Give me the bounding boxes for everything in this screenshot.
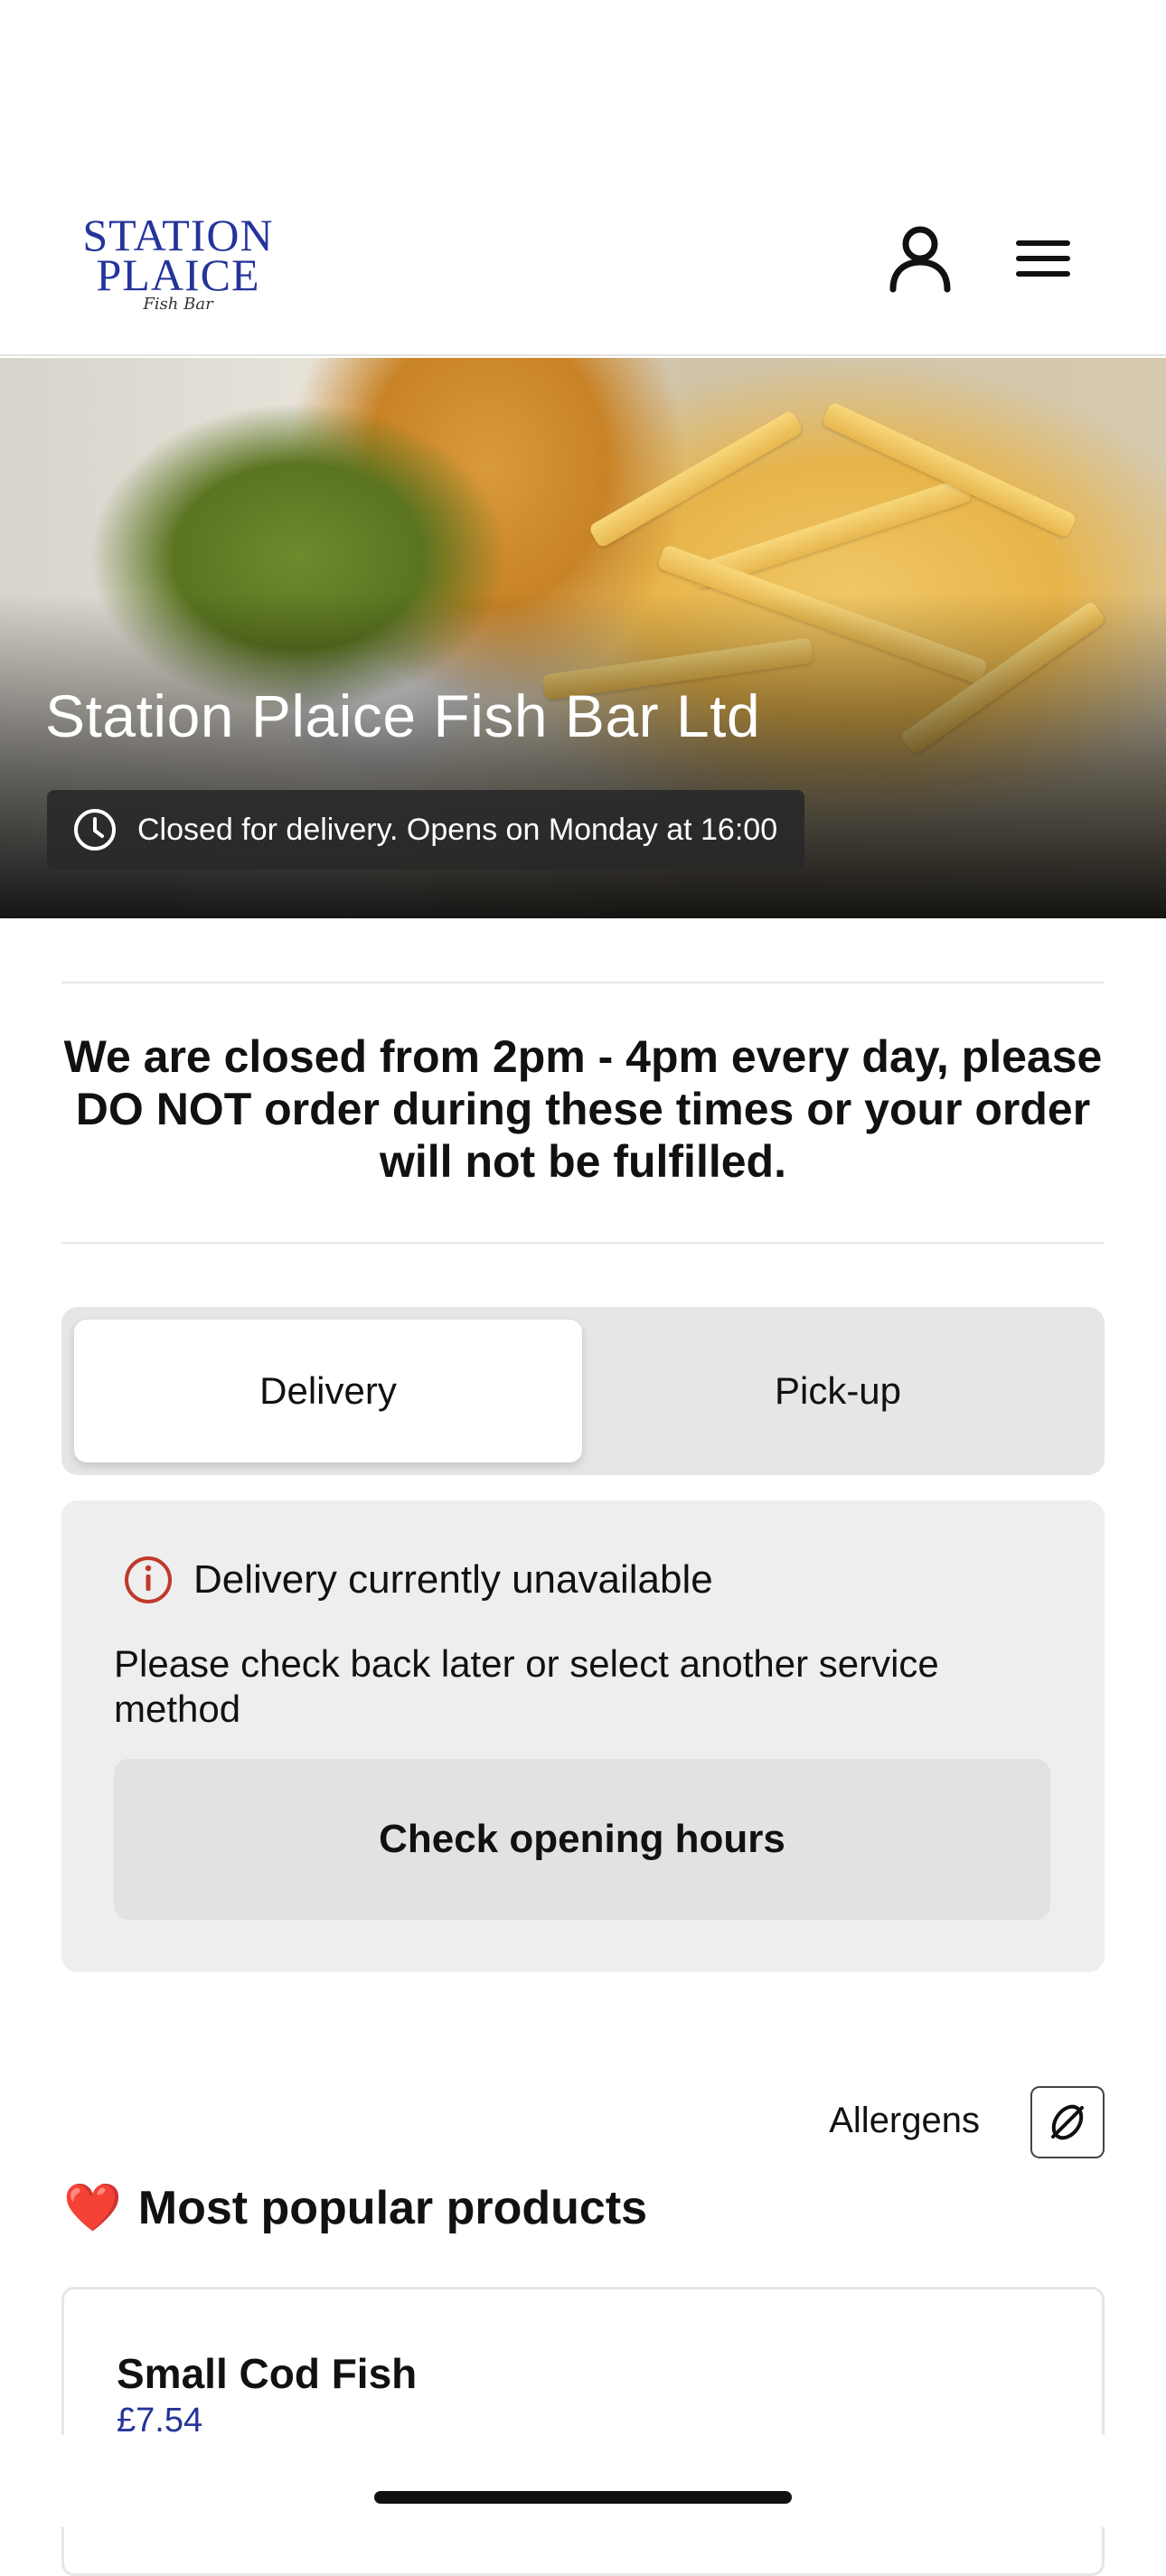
- tab-pickup[interactable]: Pick-up: [584, 1320, 1092, 1462]
- restaurant-name: Station Plaice Fish Bar Ltd: [45, 682, 761, 749]
- clock-icon: [74, 809, 116, 851]
- unavailable-header: Delivery currently unavailable: [123, 1555, 713, 1605]
- allergens-label[interactable]: Allergens: [795, 2101, 980, 2141]
- info-alert-icon: [125, 1556, 172, 1603]
- logo-line-2: PLAICE: [96, 249, 260, 300]
- person-icon: [889, 226, 951, 293]
- hero-gradient-overlay: [0, 593, 1166, 918]
- unavailable-message: Please check back later or select anothe…: [114, 1642, 939, 1730]
- hero-image-detail: [588, 409, 804, 550]
- no-allergen-icon: [1051, 2104, 1084, 2140]
- bottom-safe-area: [0, 2435, 1166, 2527]
- closure-notice: We are closed from 2pm - 4pm every day, …: [63, 1031, 1103, 1187]
- section-title: Most popular products: [137, 2181, 648, 2234]
- unavailable-title: Delivery currently unavailable: [193, 1557, 713, 1602]
- app-header: STATION PLAICE Fish Bar: [0, 0, 1166, 356]
- divider: [61, 1242, 1105, 1244]
- hamburger-menu-icon: [1016, 240, 1070, 277]
- status-badge: Closed for delivery. Opens on Monday at …: [47, 790, 805, 870]
- home-indicator[interactable]: [374, 2491, 792, 2504]
- popular-products-heading: ❤️ Most popular products: [63, 2180, 647, 2235]
- product-card[interactable]: Small Cod Fish £7.54: [61, 2287, 1105, 2576]
- divider: [61, 982, 1105, 983]
- brand-logo[interactable]: STATION PLAICE Fish Bar: [65, 212, 291, 315]
- status-text: Closed for delivery. Opens on Monday at …: [137, 812, 778, 847]
- hero-banner: Station Plaice Fish Bar Ltd Closed for d…: [0, 358, 1166, 918]
- account-button[interactable]: [877, 215, 964, 302]
- service-method-toggle: Delivery Pick-up: [61, 1307, 1105, 1475]
- product-name: Small Cod Fish: [117, 2350, 418, 2397]
- menu-button[interactable]: [1000, 215, 1086, 302]
- tab-delivery[interactable]: Delivery: [74, 1320, 582, 1462]
- allergens-button[interactable]: [1030, 2086, 1105, 2158]
- delivery-unavailable-card: Delivery currently unavailable Please ch…: [61, 1500, 1105, 1972]
- check-opening-hours-button[interactable]: Check opening hours: [114, 1759, 1050, 1920]
- heart-icon: ❤️: [63, 2182, 122, 2234]
